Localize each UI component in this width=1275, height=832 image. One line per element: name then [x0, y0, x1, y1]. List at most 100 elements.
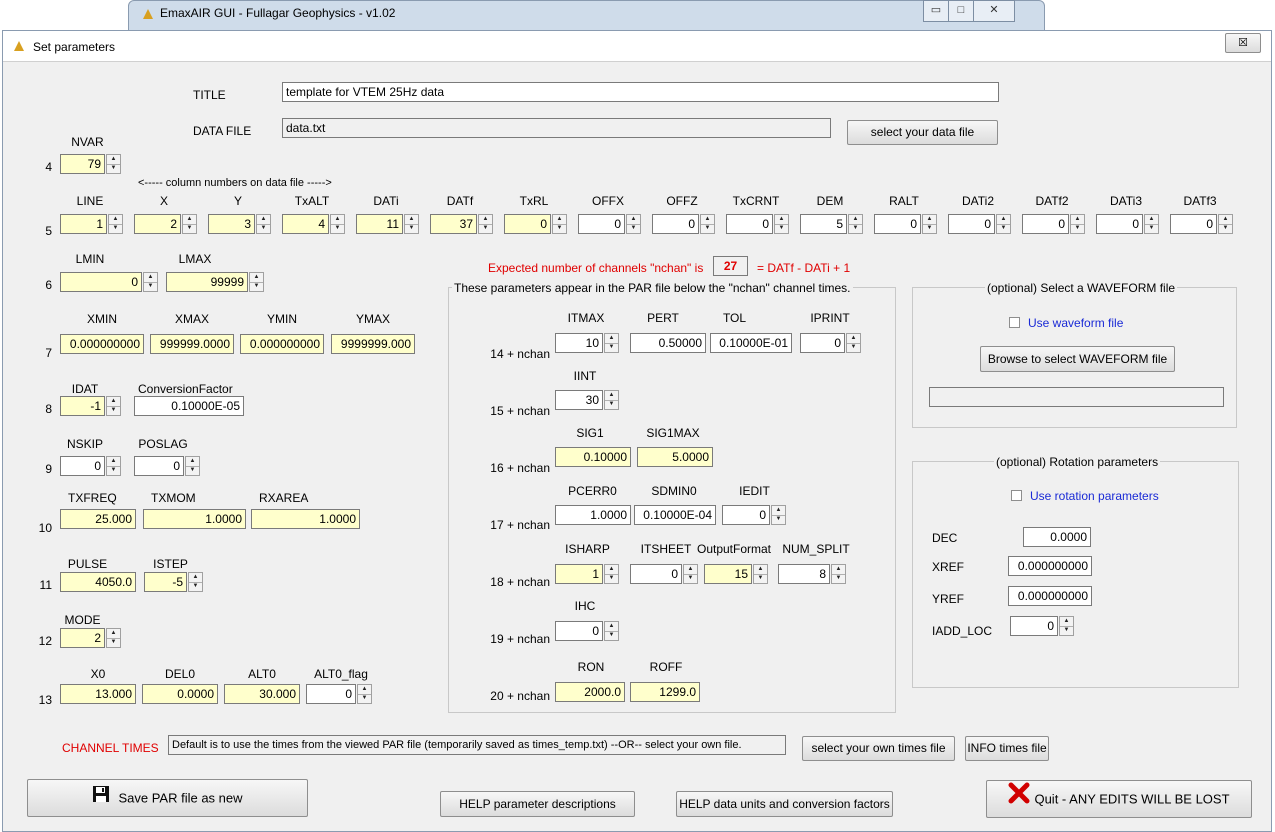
outputformat-spinner[interactable]: ▲ ▼ [753, 564, 768, 584]
ron-input[interactable]: 2000.0 [555, 682, 625, 702]
col-input-y[interactable]: 3 [208, 214, 255, 234]
col-spinner-ralt[interactable]: ▲ ▼ [922, 214, 937, 234]
poslag-spinner[interactable]: ▲ ▼ [185, 456, 200, 476]
istep-spinner[interactable]: ▲ ▼ [188, 572, 203, 592]
col-spinner-y[interactable]: ▲ ▼ [256, 214, 271, 234]
select-data-file-button[interactable]: select your data file [847, 120, 998, 145]
col-input-datf2[interactable]: 0 [1022, 214, 1069, 234]
lmin-spinner[interactable]: ▲ ▼ [143, 272, 158, 292]
col-input-dati[interactable]: 11 [356, 214, 403, 234]
col-input-datf[interactable]: 37 [430, 214, 477, 234]
isharp-input[interactable]: 1 [555, 564, 603, 584]
iprint-input[interactable]: 0 [800, 333, 845, 353]
lim-input-xmin[interactable]: 0.000000000 [60, 334, 144, 354]
sig1max-input[interactable]: 5.0000 [637, 447, 713, 467]
iint-input[interactable]: 30 [555, 390, 603, 410]
sdmin0-input[interactable]: 0.10000E-04 [634, 505, 716, 525]
iedit-spinner[interactable]: ▲ ▼ [771, 505, 786, 525]
col-spinner-dem[interactable]: ▲ ▼ [848, 214, 863, 234]
use-waveform-checkbox[interactable] [1009, 317, 1020, 328]
col-input-txcrnt[interactable]: 0 [726, 214, 773, 234]
dialog-close-button[interactable]: ☒ [1225, 33, 1261, 53]
lim-input-xmax[interactable]: 999999.0000 [150, 334, 234, 354]
col-input-dem[interactable]: 5 [800, 214, 847, 234]
tol-input[interactable]: 0.10000E-01 [710, 333, 792, 353]
tx-input-txfreq[interactable]: 25.000 [60, 509, 136, 529]
isharp-spinner[interactable]: ▲ ▼ [604, 564, 619, 584]
numsplit-input[interactable]: 8 [778, 564, 830, 584]
waveform-path-input[interactable] [929, 387, 1224, 407]
col-spinner-txrl[interactable]: ▲ ▼ [552, 214, 567, 234]
quit-button[interactable]: Quit - ANY EDITS WILL BE LOST [986, 780, 1252, 818]
dec-input[interactable]: 0.0000 [1023, 527, 1091, 547]
nskip-spinner[interactable]: ▲ ▼ [106, 456, 121, 476]
col-input-line[interactable]: 1 [60, 214, 107, 234]
lmax-input[interactable]: 99999 [166, 272, 248, 292]
idat-spinner[interactable]: ▲ ▼ [106, 396, 121, 416]
title-input[interactable]: template for VTEM 25Hz data [282, 82, 999, 102]
tx-input-rxarea[interactable]: 1.0000 [251, 509, 360, 529]
init-input-x0[interactable]: 13.000 [60, 684, 136, 704]
init-input-alt0-flag[interactable]: 0 [306, 684, 356, 704]
col-spinner-datf2[interactable]: ▲ ▼ [1070, 214, 1085, 234]
minimize-button[interactable]: ▭ [923, 0, 949, 22]
yref-input[interactable]: 0.000000000 [1008, 586, 1092, 606]
iint-spinner[interactable]: ▲ ▼ [604, 390, 619, 410]
init-input-alt0[interactable]: 30.000 [224, 684, 300, 704]
col-spinner-txalt[interactable]: ▲ ▼ [330, 214, 345, 234]
save-par-button[interactable]: Save PAR file as new [27, 779, 308, 817]
lim-input-ymin[interactable]: 0.000000000 [240, 334, 324, 354]
help-params-button[interactable]: HELP parameter descriptions [440, 791, 635, 817]
help-units-button[interactable]: HELP data units and conversion factors [676, 791, 893, 817]
itmax-input[interactable]: 10 [555, 333, 603, 353]
col-spinner-offz[interactable]: ▲ ▼ [700, 214, 715, 234]
iadd-input[interactable]: 0 [1010, 616, 1058, 636]
xref-input[interactable]: 0.000000000 [1008, 556, 1092, 576]
roff-input[interactable]: 1299.0 [630, 682, 700, 702]
col-spinner-datf[interactable]: ▲ ▼ [478, 214, 493, 234]
col-spinner-dati[interactable]: ▲ ▼ [404, 214, 419, 234]
pert-input[interactable]: 0.50000 [630, 333, 706, 353]
browse-waveform-button[interactable]: Browse to select WAVEFORM file [980, 346, 1175, 372]
col-spinner-x[interactable]: ▲ ▼ [182, 214, 197, 234]
col-input-offz[interactable]: 0 [652, 214, 699, 234]
itsheet-input[interactable]: 0 [630, 564, 682, 584]
itmax-spinner[interactable]: ▲ ▼ [604, 333, 619, 353]
col-spinner-datf3[interactable]: ▲ ▼ [1218, 214, 1233, 234]
col-input-txrl[interactable]: 0 [504, 214, 551, 234]
datafile-input[interactable]: data.txt [282, 118, 831, 138]
istep-input[interactable]: -5 [144, 572, 187, 592]
bg-close-button[interactable]: ✕ [973, 0, 1015, 22]
col-spinner-dati2[interactable]: ▲ ▼ [996, 214, 1011, 234]
itsheet-spinner[interactable]: ▲ ▼ [683, 564, 698, 584]
nvar-input[interactable]: 79 [60, 154, 105, 174]
poslag-input[interactable]: 0 [134, 456, 184, 476]
ihc-input[interactable]: 0 [555, 621, 603, 641]
nskip-input[interactable]: 0 [60, 456, 105, 476]
iadd-spinner[interactable]: ▲ ▼ [1059, 616, 1074, 636]
info-times-file-button[interactable]: INFO times file [965, 736, 1049, 761]
init-spinner-alt0-flag[interactable]: ▲ ▼ [357, 684, 372, 704]
mode-input[interactable]: 2 [60, 628, 105, 648]
sig1-input[interactable]: 0.10000 [555, 447, 631, 467]
pcerr0-input[interactable]: 1.0000 [555, 505, 631, 525]
numsplit-spinner[interactable]: ▲ ▼ [831, 564, 846, 584]
iprint-spinner[interactable]: ▲ ▼ [846, 333, 861, 353]
iedit-input[interactable]: 0 [722, 505, 770, 525]
use-rotation-checkbox[interactable] [1011, 490, 1022, 501]
col-input-ralt[interactable]: 0 [874, 214, 921, 234]
col-spinner-dati3[interactable]: ▲ ▼ [1144, 214, 1159, 234]
col-spinner-offx[interactable]: ▲ ▼ [626, 214, 641, 234]
lmin-input[interactable]: 0 [60, 272, 142, 292]
channel-times-input[interactable]: Default is to use the times from the vie… [168, 735, 786, 755]
col-input-dati3[interactable]: 0 [1096, 214, 1143, 234]
lim-input-ymax[interactable]: 9999999.000 [331, 334, 415, 354]
col-input-x[interactable]: 2 [134, 214, 181, 234]
pulse-input[interactable]: 4050.0 [60, 572, 136, 592]
ihc-spinner[interactable]: ▲ ▼ [604, 621, 619, 641]
nvar-spinner[interactable]: ▲ ▼ [106, 154, 121, 174]
init-input-del0[interactable]: 0.0000 [142, 684, 218, 704]
select-times-file-button[interactable]: select your own times file [802, 736, 955, 761]
col-spinner-line[interactable]: ▲ ▼ [108, 214, 123, 234]
col-input-dati2[interactable]: 0 [948, 214, 995, 234]
